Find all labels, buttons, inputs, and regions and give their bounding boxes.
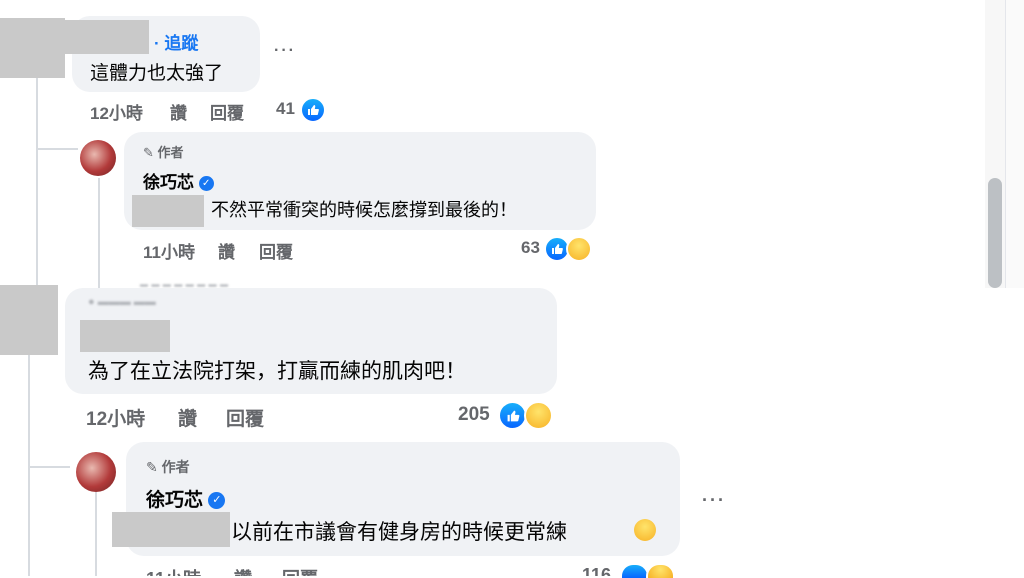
pencil-icon: ✎ (143, 145, 154, 160)
reply-time[interactable]: 11小時 (146, 565, 201, 576)
reply-text: 以前在市議會有健身房的時候更常練 (231, 521, 567, 544)
redacted-name (65, 20, 149, 54)
author-avatar[interactable] (80, 140, 116, 176)
verified-badge-icon: ✓ (198, 176, 214, 192)
blurred-more-replies: ━ ━ ━ ━ ━ ━ ━ ━ (140, 278, 228, 288)
redacted-mention (132, 195, 204, 227)
author-badge: ✎ 作者 (143, 145, 184, 160)
more-options-icon[interactable]: ··· (702, 490, 726, 511)
reaction-count[interactable]: 116 (582, 565, 611, 576)
redacted-avatar (0, 285, 58, 355)
follow-link[interactable]: · 追蹤 (154, 29, 198, 54)
author-avatar[interactable] (76, 452, 116, 492)
author-badge: ✎ 作者 (146, 459, 190, 475)
reaction-count[interactable]: 41 (276, 99, 295, 119)
reply-button[interactable]: 回覆 (210, 99, 244, 124)
haha-reaction-icon (524, 401, 553, 430)
like-button[interactable]: 讚 (218, 238, 235, 263)
haha-reaction-icon (566, 236, 592, 262)
comment-time[interactable]: 12小時 (86, 404, 145, 431)
thread-connector (30, 466, 70, 468)
author-name[interactable]: 徐巧芯 ✓ (146, 485, 226, 512)
comment-time[interactable]: 12小時 (90, 99, 143, 124)
like-button[interactable]: 讚 (170, 99, 187, 124)
like-button[interactable]: 讚 (178, 404, 197, 431)
reply-time[interactable]: 11小時 (143, 238, 195, 263)
pencil-icon: ✎ (146, 459, 158, 475)
thread-connector (38, 148, 78, 150)
thread-connector (36, 110, 38, 150)
pleading-face-emoji-icon (634, 519, 656, 541)
thread-line (98, 178, 100, 288)
more-options-icon[interactable]: ··· (274, 42, 296, 60)
reply-button[interactable]: 回覆 (226, 404, 264, 431)
verified-badge-icon: ✓ (208, 492, 226, 510)
blurred-username: ● ▬▬▬ ▬▬ (88, 296, 156, 308)
reply-text: 不然平常衝突的時候怎麼撐到最後的！ (211, 200, 517, 220)
author-name[interactable]: 徐巧芯 ✓ (143, 168, 214, 193)
redacted-avatar (0, 18, 65, 78)
like-reaction-icon (498, 401, 527, 430)
comment-text: 這體力也太強了 (90, 63, 224, 84)
scrollbar-thumb[interactable] (988, 178, 1002, 288)
like-button[interactable]: 讚 (234, 565, 252, 576)
thread-line (95, 492, 97, 576)
reply-button[interactable]: 回覆 (259, 238, 293, 263)
thread-connector (28, 430, 30, 468)
redacted-mention (112, 512, 230, 547)
reply-button[interactable]: 回覆 (282, 565, 318, 576)
reaction-count[interactable]: 205 (458, 404, 490, 426)
redacted-name (80, 320, 170, 352)
reaction-count[interactable]: 63 (521, 238, 540, 258)
comment-text: 為了在立法院打架，打贏而練的肌肉吧！ (88, 360, 466, 383)
like-reaction-icon (300, 97, 326, 123)
right-edge-panel (1005, 0, 1024, 288)
